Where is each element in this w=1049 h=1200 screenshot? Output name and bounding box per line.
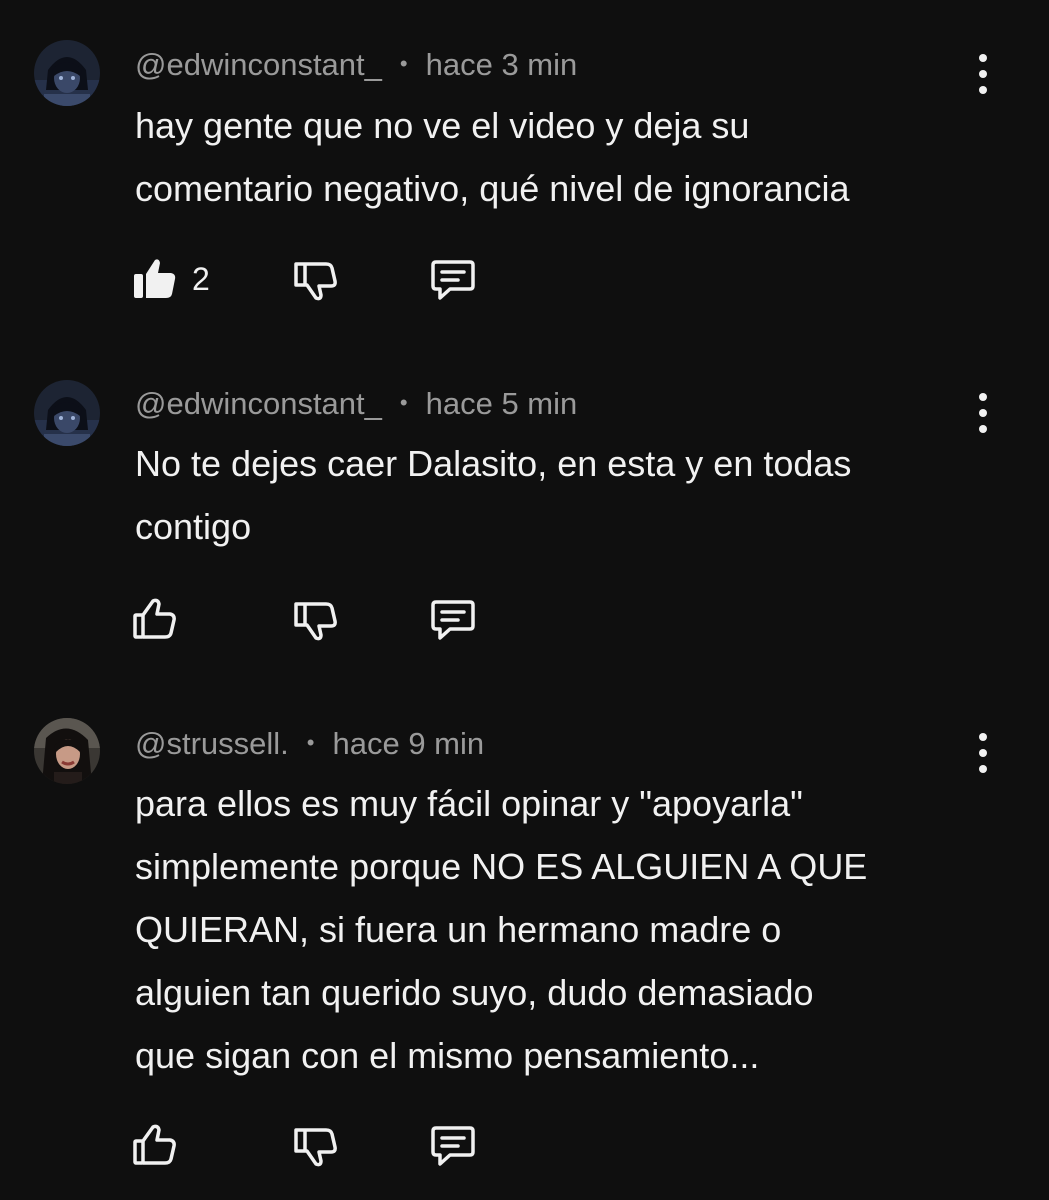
more-vertical-icon[interactable] — [966, 391, 1000, 435]
comment-text: para ellos es muy fácil opinar y "apoyar… — [135, 783, 868, 1076]
dislike-button[interactable] — [290, 1120, 340, 1170]
separator-dot: • — [399, 390, 408, 415]
separator-dot: • — [399, 51, 408, 76]
comment-actions: 2 — [130, 254, 530, 304]
thumbs-down-icon — [294, 602, 337, 641]
thumbs-down-icon — [294, 1128, 337, 1167]
comment-meta: @strussell. • hace 9 min — [135, 723, 484, 764]
reply-button[interactable] — [428, 594, 478, 644]
comment-meta: @edwinconstant_ • hace 3 min — [135, 44, 577, 85]
comment-text: No te dejes caer Dalasito, en esta y en … — [135, 443, 852, 547]
avatar[interactable] — [34, 718, 100, 784]
anime-character-avatar-icon — [34, 380, 100, 446]
reply-comment-icon — [431, 260, 475, 300]
more-vertical-icon[interactable] — [966, 52, 1000, 96]
comment-text: hay gente que no ve el video y deja su c… — [135, 105, 850, 209]
reply-button[interactable] — [428, 1120, 478, 1170]
like-count: 2 — [192, 260, 210, 297]
thumbs-up-icon — [134, 259, 176, 298]
comment-time: hace 9 min — [332, 726, 485, 761]
comment-author[interactable]: @edwinconstant_ — [135, 47, 382, 82]
comment-actions — [130, 1120, 530, 1170]
comment-meta: @edwinconstant_ • hace 5 min — [135, 383, 577, 424]
thumbs-up-icon — [133, 598, 176, 639]
reply-comment-icon — [431, 1126, 475, 1166]
reply-comment-icon — [431, 600, 475, 640]
comment-author[interactable]: @edwinconstant_ — [135, 386, 382, 421]
person-photo-avatar-icon — [34, 718, 100, 784]
separator-dot: • — [306, 730, 315, 755]
comment-actions — [130, 594, 530, 644]
reply-button[interactable] — [428, 254, 478, 304]
avatar[interactable] — [34, 40, 100, 106]
like-button[interactable] — [130, 594, 180, 644]
avatar[interactable] — [34, 380, 100, 446]
dislike-button[interactable] — [290, 254, 340, 304]
dislike-button[interactable] — [290, 594, 340, 644]
more-vertical-icon[interactable] — [966, 731, 1000, 775]
comment-time: hace 3 min — [425, 47, 578, 82]
thumbs-down-icon — [294, 262, 337, 301]
like-button[interactable]: 2 — [130, 254, 210, 304]
like-button[interactable] — [130, 1120, 180, 1170]
comment-author[interactable]: @strussell. — [135, 726, 289, 761]
thumbs-up-icon — [133, 1124, 176, 1165]
anime-character-avatar-icon — [34, 40, 100, 106]
comment-time: hace 5 min — [425, 386, 578, 421]
